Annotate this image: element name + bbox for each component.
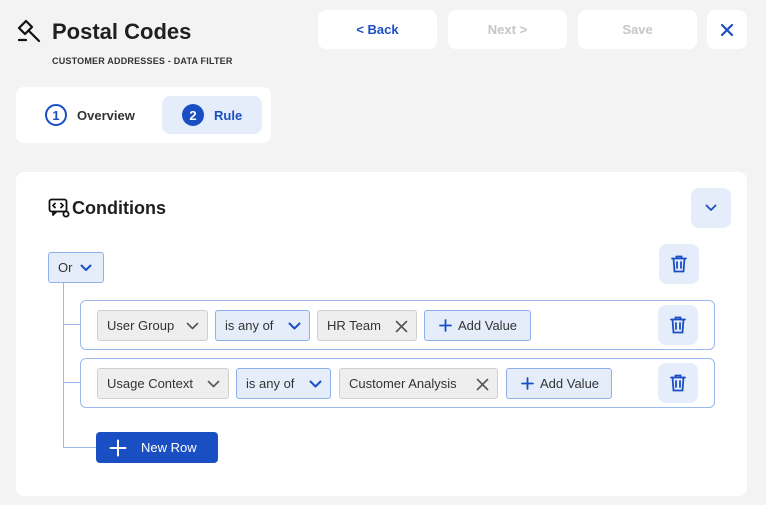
field-value: User Group [107,318,175,333]
condition-row: Usage Context is any of Customer Analysi… [80,358,715,408]
conditions-title: Conditions [72,198,166,218]
collapse-button[interactable] [691,188,731,228]
chevron-down-icon [288,322,301,330]
chevron-down-icon [80,264,92,271]
save-button[interactable]: Save [578,10,697,49]
next-button[interactable]: Next > [448,10,567,49]
add-value-button[interactable]: Add Value [424,310,531,341]
page-title: Postal Codes [52,19,192,44]
logic-operator-select[interactable]: Or [48,252,104,283]
comparator-select[interactable]: is any of [236,368,331,399]
page-subtitle: CUSTOMER ADDRESSES - DATA FILTER [52,56,233,66]
delete-row-button[interactable] [658,363,698,403]
add-value-label: Add Value [458,318,518,333]
comparator-value: is any of [246,376,295,391]
value-chip-label: Customer Analysis [349,376,457,391]
plus-icon [439,319,452,332]
chevron-down-icon [186,322,199,330]
step-number: 1 [45,104,67,126]
step-number: 2 [182,104,204,126]
step-label: Rule [214,107,243,123]
remove-icon[interactable] [476,377,489,391]
add-value-button[interactable]: Add Value [506,368,612,399]
delete-row-button[interactable] [658,305,698,345]
field-value: Usage Context [107,376,193,391]
code-condition-icon [48,198,70,218]
gavel-icon [17,19,41,43]
value-chip-label: HR Team [327,318,381,333]
tree-connector [63,283,64,447]
comparator-value: is any of [225,318,274,333]
tree-connector [63,447,97,448]
step-label: Overview [77,107,135,123]
trash-icon [670,374,686,392]
back-button[interactable]: < Back [318,10,437,49]
add-value-label: Add Value [540,376,600,391]
tree-connector [63,382,81,383]
trash-icon [671,255,687,273]
chevron-down-icon [207,380,220,388]
close-icon [720,23,734,36]
operator-value: Or [58,260,73,275]
condition-row: User Group is any of HR Team Add Value [80,300,715,350]
value-chip: HR Team [317,310,417,341]
plus-icon [109,439,127,456]
close-button[interactable] [707,10,747,49]
chevron-down-icon [705,204,717,211]
plus-icon [521,377,534,390]
value-chip: Customer Analysis [339,368,498,399]
new-row-button[interactable]: New Row [96,432,218,463]
field-select[interactable]: User Group [97,310,208,341]
trash-icon [670,316,686,334]
delete-group-button[interactable] [659,244,699,284]
comparator-select[interactable]: is any of [215,310,310,341]
step-overview[interactable]: 1 Overview [24,96,162,134]
chevron-down-icon [309,380,322,388]
new-row-label: New Row [141,440,197,455]
remove-icon[interactable] [395,319,408,333]
tree-connector [63,324,81,325]
step-rule[interactable]: 2 Rule [162,96,262,134]
wizard-steps: 1 Overview 2 Rule [16,87,271,143]
field-select[interactable]: Usage Context [97,368,229,399]
